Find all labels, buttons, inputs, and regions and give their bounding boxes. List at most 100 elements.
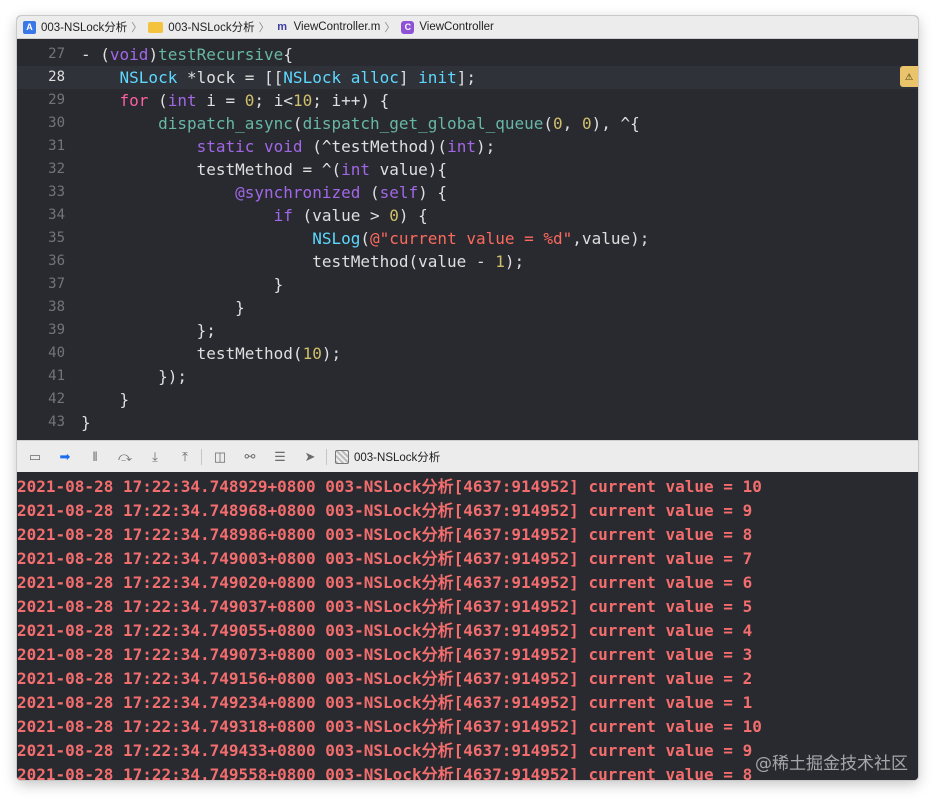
code-editor[interactable]: 27- (void)testRecursive{28 NSLock *lock … [17, 39, 918, 440]
code-text: static void (^testMethod)(int); [81, 135, 496, 158]
view-debugger-icon[interactable]: ◫ [208, 447, 232, 467]
code-line[interactable]: 42 } [17, 388, 918, 411]
console-log-line: 2021-08-28 17:22:34.749003+0800 003-NSLo… [17, 549, 753, 568]
code-token: *lock = [[ [177, 68, 284, 87]
code-token: void [264, 137, 303, 156]
line-number[interactable]: 34 [17, 204, 65, 227]
code-token: NSLock [283, 68, 342, 87]
objc-file-icon: m [277, 21, 287, 33]
breadcrumb-item[interactable]: C ViewController [395, 20, 494, 34]
step-into-icon[interactable]: ⤓ [143, 447, 167, 467]
code-line[interactable]: 39 }; [17, 319, 918, 342]
line-number[interactable]: 38 [17, 296, 65, 319]
code-token: ) { [398, 206, 428, 225]
code-line[interactable]: 29 for (int i = 0; i<10; i++) { [17, 89, 918, 112]
console-log-line: 2021-08-28 17:22:34.748968+0800 003-NSLo… [17, 501, 753, 520]
code-token: ) [148, 45, 159, 64]
line-number[interactable]: 28 [17, 66, 65, 89]
simulate-location-icon[interactable]: ➤ [298, 447, 322, 467]
code-token: (^testMethod)( [302, 137, 448, 156]
code-line[interactable]: 40 testMethod(10); [17, 342, 918, 365]
code-line[interactable]: 34 if (value > 0) { [17, 204, 918, 227]
code-line[interactable]: 38 } [17, 296, 918, 319]
code-text: testMethod(value - 1); [81, 250, 524, 273]
code-token: } [81, 298, 245, 317]
code-token: ( [360, 183, 380, 202]
code-token: ); [475, 137, 496, 156]
code-token: ) { [418, 183, 448, 202]
code-token: 0 [553, 114, 563, 133]
line-number[interactable]: 39 [17, 319, 65, 342]
pause-icon[interactable]: ‖ [83, 447, 107, 467]
code-line[interactable]: 32 testMethod = ^(int value){ [17, 158, 918, 181]
breadcrumb-item[interactable]: m ViewController.m 〉 [270, 19, 395, 35]
debug-target-selector[interactable]: 003-NSLock分析 [335, 449, 440, 465]
code-text: dispatch_async(dispatch_get_global_queue… [81, 112, 640, 135]
line-number[interactable]: 43 [17, 411, 65, 434]
code-text: } [81, 411, 91, 434]
breadcrumb-item[interactable]: A 003-NSLock分析〉 [17, 19, 142, 35]
code-line[interactable]: 36 testMethod(value - 1); [17, 250, 918, 273]
hide-debug-area-icon[interactable]: ▭ [23, 447, 47, 467]
code-token: ( [292, 114, 303, 133]
code-line[interactable]: 30 dispatch_async(dispatch_get_global_qu… [17, 112, 918, 135]
environment-overrides-icon[interactable]: ☰ [268, 447, 292, 467]
step-over-icon[interactable]: ⤼ [113, 447, 137, 467]
step-out-icon[interactable]: ⤒ [173, 447, 197, 467]
code-token: @"current value = %d" [370, 229, 573, 248]
console-log-line: 2021-08-28 17:22:34.749020+0800 003-NSLo… [17, 573, 753, 592]
breadcrumb-label: ViewController [419, 21, 494, 33]
code-line[interactable]: 27 - (void)testRecursive{ [17, 43, 918, 66]
line-number[interactable]: 29 [17, 89, 65, 112]
console-log-line: 2021-08-28 17:22:34.748929+0800 003-NSLo… [17, 477, 762, 496]
console-output[interactable]: 2021-08-28 17:22:34.748929+0800 003-NSLo… [17, 472, 918, 780]
line-number[interactable]: 27 [17, 43, 65, 66]
code-line[interactable]: 35 NSLog(@"current value = %d",value); [17, 227, 918, 250]
code-token: - ( [81, 45, 110, 64]
line-number[interactable]: 33 [17, 181, 65, 204]
line-number[interactable]: 31 [17, 135, 65, 158]
line-number[interactable]: 40 [17, 342, 65, 365]
line-number[interactable]: 32 [17, 158, 65, 181]
console-log-line: 2021-08-28 17:22:34.749073+0800 003-NSLo… [17, 645, 753, 664]
memory-graph-icon[interactable]: ⚯ [238, 447, 262, 467]
code-token: ( [543, 114, 554, 133]
line-number[interactable]: 30 [17, 112, 65, 135]
code-line[interactable]: 28 NSLock *lock = [[NSLock alloc] init];… [17, 66, 918, 89]
line-number[interactable]: 36 [17, 250, 65, 273]
line-number[interactable]: 42 [17, 388, 65, 411]
breadcrumb-item[interactable]: 003-NSLock分析〉 [142, 19, 270, 35]
code-token: alloc [350, 68, 399, 87]
code-token: void [109, 45, 149, 64]
jump-bar: A 003-NSLock分析〉 003-NSLock分析〉 m ViewControll… [17, 16, 918, 39]
warning-icon[interactable]: ⚠ [900, 66, 918, 87]
code-line[interactable]: 43} [17, 411, 918, 434]
code-text: NSLog(@"current value = %d",value); [81, 227, 649, 250]
watermark: @稀土掘金技术社区 [755, 754, 908, 774]
code-text: for (int i = 0; i<10; i++) { [81, 89, 390, 112]
console-log-line: 2021-08-28 17:22:34.749318+0800 003-NSLo… [17, 717, 762, 736]
code-token: int [341, 160, 370, 179]
xcode-window: A 003-NSLock分析〉 003-NSLock分析〉 m ViewControll… [17, 16, 918, 780]
code-token: static [196, 137, 255, 156]
code-token: }; [81, 321, 216, 340]
line-number[interactable]: 41 [17, 365, 65, 388]
code-line[interactable]: 31 static void (^testMethod)(int); [17, 135, 918, 158]
code-token: (value > [292, 206, 390, 225]
console-log-line: 2021-08-28 17:22:34.748986+0800 003-NSLo… [17, 525, 753, 544]
code-line[interactable]: 37 } [17, 273, 918, 296]
chevron-right-icon: 〉 [258, 22, 270, 34]
code-line[interactable]: 41 }); [17, 365, 918, 388]
line-number[interactable]: 35 [17, 227, 65, 250]
line-number[interactable]: 37 [17, 273, 65, 296]
console-log-line: 2021-08-28 17:22:34.749234+0800 003-NSLo… [17, 693, 753, 712]
app-target-icon [335, 449, 349, 464]
code-token: } [81, 390, 130, 409]
code-line[interactable]: 33 @synchronized (self) { [17, 181, 918, 204]
breakpoints-toggle-icon[interactable]: ➡ [53, 447, 77, 467]
code-token: }); [81, 367, 187, 386]
class-icon: C [401, 20, 415, 34]
code-token: 0 [581, 114, 592, 133]
